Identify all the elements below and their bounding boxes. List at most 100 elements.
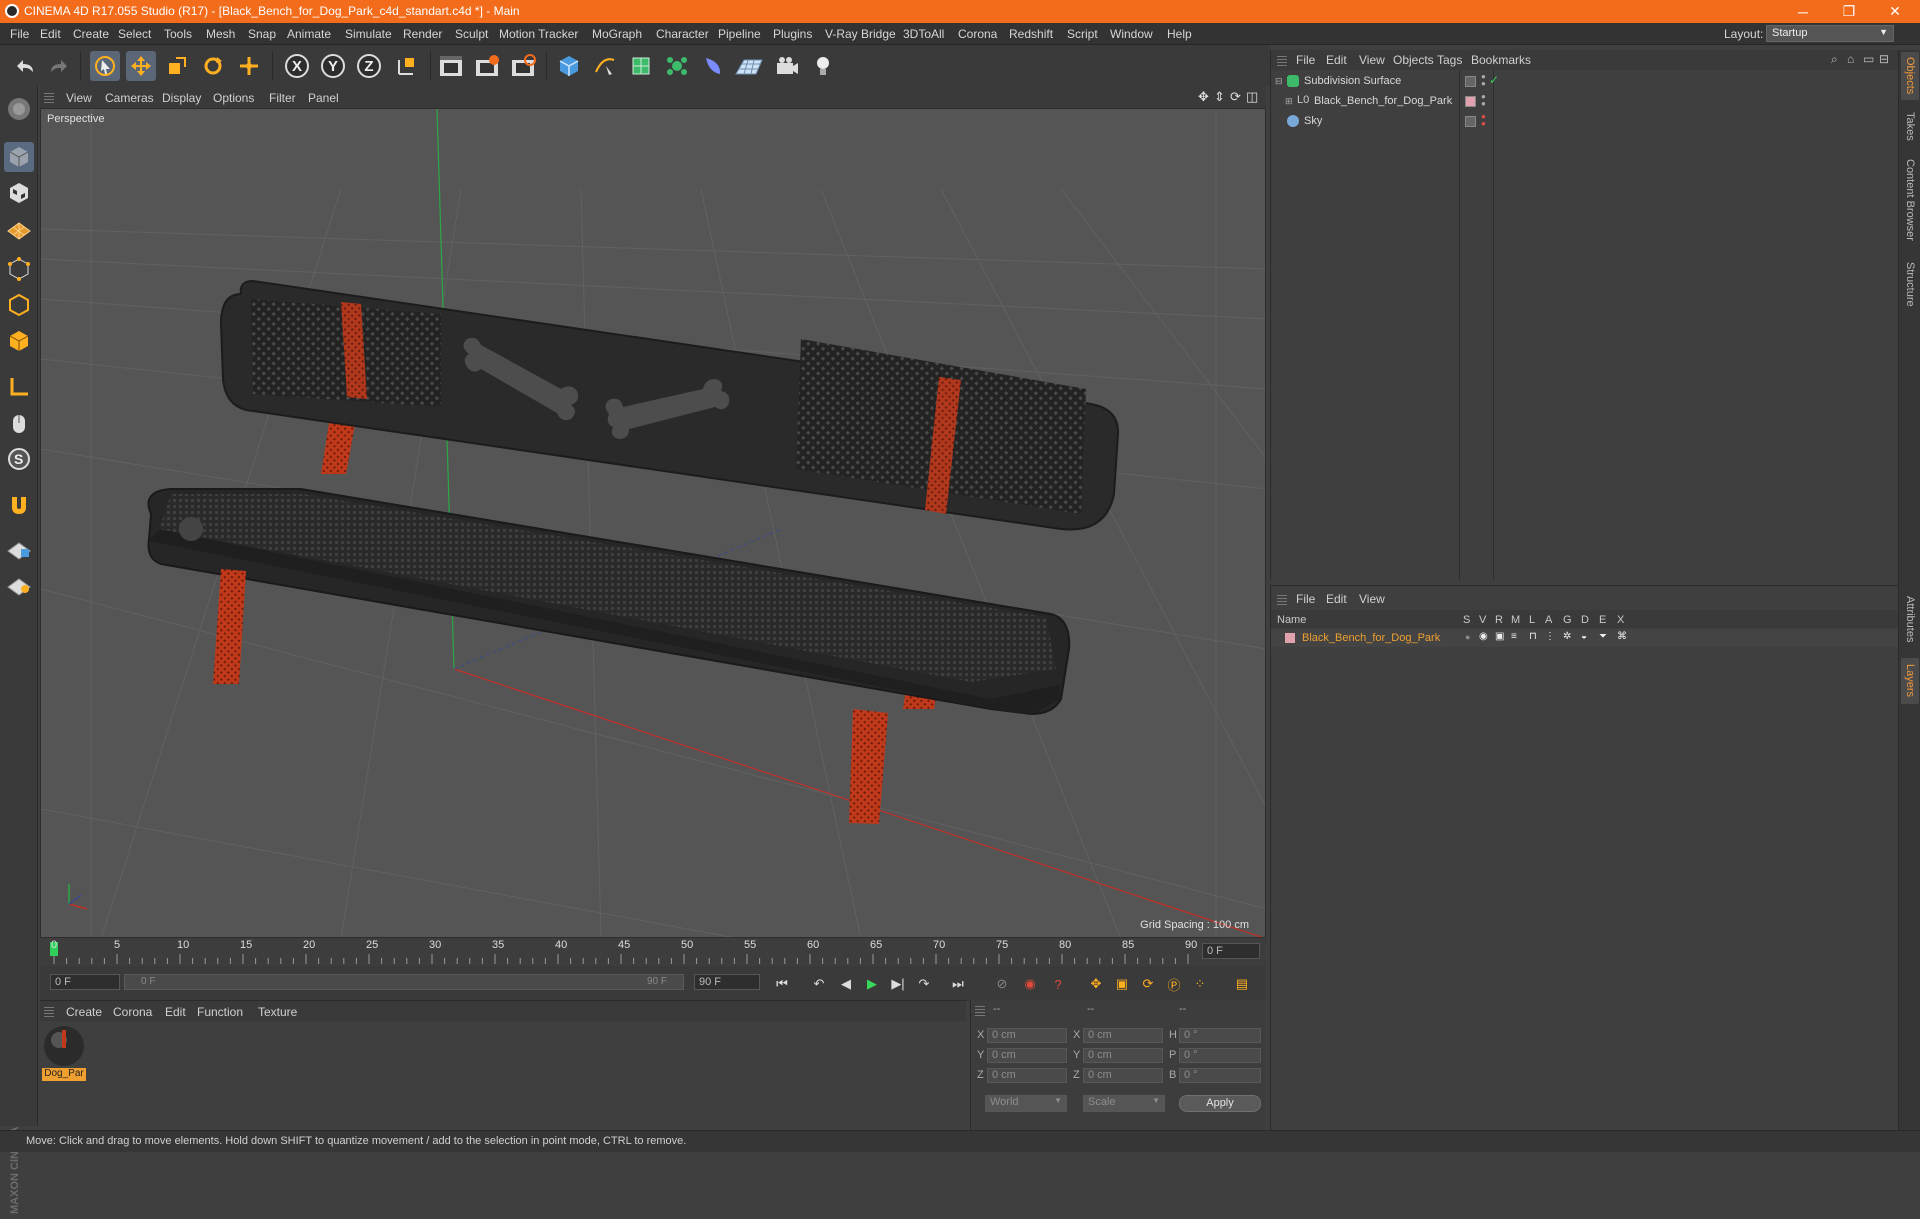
layer-solo-icon[interactable]: ● <box>1465 632 1470 642</box>
rotation-p-field[interactable]: 0 ° <box>1179 1048 1261 1063</box>
object-menu-objects[interactable]: Objects <box>1393 53 1434 67</box>
size-x-field[interactable]: 0 cm <box>1083 1028 1163 1043</box>
workplane-mode-button[interactable] <box>4 214 34 244</box>
parameter-key-button[interactable]: Ⓟ <box>1162 972 1186 996</box>
texture-mode-button[interactable] <box>4 178 34 208</box>
expand-icon[interactable]: ⊞ <box>1285 96 1293 107</box>
keyframe-selection-button[interactable]: ? <box>1046 972 1070 996</box>
material-menu-create[interactable]: Create <box>66 1005 102 1019</box>
rotation-h-field[interactable]: 0 ° <box>1179 1028 1261 1043</box>
workplane-lock-button[interactable] <box>4 534 34 564</box>
coordinate-mode-select[interactable]: World ▼ <box>985 1095 1067 1112</box>
menu-tools[interactable]: Tools <box>164 27 192 41</box>
cube-primitive-button[interactable] <box>554 51 584 81</box>
material-menu-corona[interactable]: Corona <box>113 1005 152 1019</box>
layer-col-xref[interactable]: X <box>1617 614 1624 626</box>
go-to-next-key-button[interactable]: ↷ <box>912 972 936 996</box>
layer-manager-icon[interactable]: ≡ <box>1511 631 1517 642</box>
tab-objects[interactable]: Objects <box>1901 52 1919 100</box>
go-to-end-button[interactable]: ⏭ <box>946 972 970 996</box>
timeline-ruler[interactable]: 0 5 10 15 20 25 30 35 40 45 50 55 60 65 70 75 80 85 90 0 F <box>40 938 1266 966</box>
model-mode-button[interactable] <box>4 142 34 172</box>
layer-generator-icon[interactable]: ✲ <box>1563 631 1571 642</box>
new-window-icon[interactable]: ▭ <box>1863 52 1874 66</box>
z-axis-button[interactable]: Z <box>354 51 384 81</box>
perspective-viewport[interactable]: Perspective Grid Spacing : 100 cm <box>40 108 1266 938</box>
layer-name[interactable]: Black_Bench_for_Dog_Park <box>1302 632 1440 644</box>
collapse-icon[interactable]: ⊟ <box>1275 76 1283 87</box>
visibility-dots-icon[interactable]: ● ● <box>1481 93 1486 108</box>
position-y-field[interactable]: 0 cm <box>987 1048 1067 1063</box>
object-menu-edit[interactable]: Edit <box>1326 53 1347 67</box>
layer-col-manager[interactable]: M <box>1511 614 1520 626</box>
subdivision-surface-button[interactable] <box>626 51 656 81</box>
tab-layers[interactable]: Layers <box>1901 658 1919 704</box>
home-icon[interactable]: ⌂ <box>1847 52 1854 66</box>
menu-mesh[interactable]: Mesh <box>206 27 235 41</box>
layer-animation-icon[interactable]: ⋮ <box>1545 631 1555 642</box>
undo-button[interactable] <box>10 51 40 81</box>
menu-render[interactable]: Render <box>403 27 442 41</box>
record-keys-button[interactable]: ⊘ <box>990 972 1014 996</box>
layer-tag-icon[interactable] <box>1465 116 1476 127</box>
tweak-mode-button[interactable] <box>4 408 34 438</box>
apply-button[interactable]: Apply <box>1179 1095 1261 1112</box>
layer-expression-icon[interactable]: ⏷ <box>1599 631 1607 642</box>
menu-select[interactable]: Select <box>118 27 151 41</box>
y-axis-button[interactable]: Y <box>318 51 348 81</box>
menu-3dtoall[interactable]: 3DToAll <box>903 27 944 41</box>
close-panel-icon[interactable]: ⊟ <box>1879 52 1889 66</box>
scale-tool[interactable] <box>162 51 192 81</box>
restore-button[interactable]: ❐ <box>1826 0 1872 23</box>
menu-corona[interactable]: Corona <box>958 27 997 41</box>
go-to-previous-key-button[interactable]: ↶ <box>807 972 831 996</box>
menu-help[interactable]: Help <box>1167 27 1192 41</box>
layer-visible-icon[interactable]: ◉ <box>1479 631 1488 642</box>
autokeying-button[interactable]: ◉ <box>1018 972 1042 996</box>
start-frame-field[interactable]: 0 F <box>50 974 120 990</box>
move-tool[interactable] <box>126 51 156 81</box>
layer-menu-view[interactable]: View <box>1359 592 1385 606</box>
tab-attributes[interactable]: Attributes <box>1901 584 1919 654</box>
viewport-maximize-icon[interactable]: ◫ <box>1246 89 1258 105</box>
viewport-menu-display[interactable]: Display <box>162 91 201 105</box>
tab-structure[interactable]: Structure <box>1901 254 1919 314</box>
menu-mograph[interactable]: MoGraph <box>592 27 642 41</box>
viewport-zoom-icon[interactable]: ⇕ <box>1214 89 1225 105</box>
live-selection-tool[interactable] <box>90 51 120 81</box>
layer-row[interactable]: Black_Bench_for_Dog_Park ● ◉ ▣ ≡ ⊓ ⋮ ✲ ◒… <box>1271 629 1899 647</box>
workplane-align-button[interactable] <box>4 570 34 600</box>
menu-plugins[interactable]: Plugins <box>773 27 812 41</box>
current-frame-field[interactable]: 0 F <box>1202 943 1260 959</box>
layer-xref-icon[interactable]: ⌘ <box>1617 631 1627 642</box>
menu-script[interactable]: Script <box>1067 27 1098 41</box>
object-menu-tags[interactable]: Tags <box>1437 53 1462 67</box>
layer-tag-icon[interactable] <box>1465 76 1476 87</box>
rotation-key-button[interactable]: ⟳ <box>1136 972 1160 996</box>
visibility-dots-icon[interactable]: ● ● <box>1481 73 1486 88</box>
object-menu-file[interactable]: File <box>1296 53 1315 67</box>
layer-lock-icon[interactable]: ⊓ <box>1529 631 1537 642</box>
layer-col-deformers[interactable]: D <box>1581 614 1589 626</box>
step-forward-button[interactable]: ▶| <box>886 972 910 996</box>
render-picture-viewer-button[interactable] <box>472 51 502 81</box>
material-menu-texture[interactable]: Texture <box>258 1005 297 1019</box>
tab-takes[interactable]: Takes <box>1901 106 1919 146</box>
layer-color-icon[interactable] <box>1465 96 1476 107</box>
viewport-menu-panel[interactable]: Panel <box>308 91 339 105</box>
layer-col-visible[interactable]: V <box>1479 614 1486 626</box>
magnet-tool-button[interactable] <box>4 490 34 520</box>
cloner-button[interactable] <box>662 51 692 81</box>
camera-button[interactable] <box>772 51 802 81</box>
object-menu-view[interactable]: View <box>1359 53 1385 67</box>
viewport-rotate-icon[interactable]: ⟳ <box>1230 89 1241 105</box>
material-menu-edit[interactable]: Edit <box>165 1005 186 1019</box>
layer-deformer-icon[interactable]: ◒ <box>1581 631 1587 642</box>
position-z-field[interactable]: 0 cm <box>987 1068 1067 1083</box>
timeline-window-button[interactable]: ▤ <box>1230 972 1254 996</box>
coordinate-system-button[interactable] <box>392 51 422 81</box>
layer-menu-file[interactable]: File <box>1296 592 1315 606</box>
deformer-button[interactable] <box>698 51 728 81</box>
spline-pen-button[interactable] <box>590 51 620 81</box>
menu-motion-tracker[interactable]: Motion Tracker <box>499 27 578 41</box>
